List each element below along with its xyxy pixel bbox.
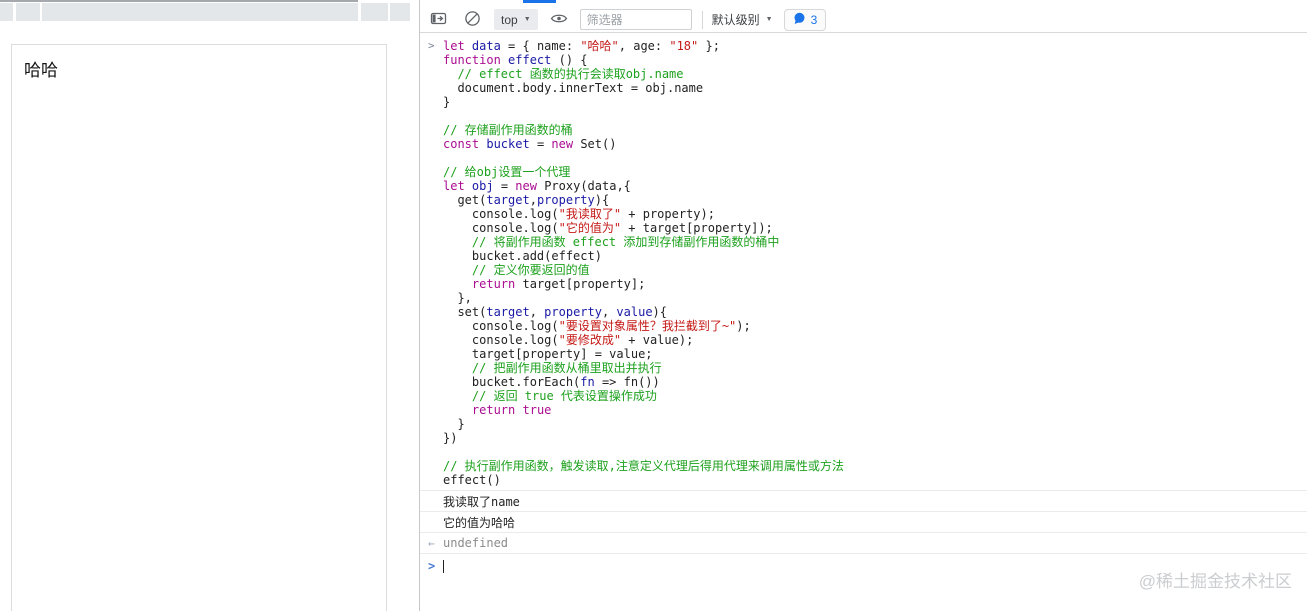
page-body-text: 哈哈: [24, 61, 58, 80]
console-log-message: 我读取了name: [443, 494, 520, 509]
create-live-expression-button[interactable]: [549, 10, 569, 30]
page-top-divider: [0, 0, 358, 2]
console-log-row: 它的值为哈哈: [420, 512, 1307, 533]
chevron-down-icon: ▼: [523, 16, 531, 23]
console-log-message: 它的值为哈哈: [443, 515, 516, 530]
screenshot-root: 哈哈 top ▼ 筛选器 默认级别 ▼ 3 > let data = {nam…: [0, 0, 1307, 611]
browser-page: 哈哈: [0, 0, 419, 611]
console-toolbar: top ▼ 默认级别 ▼: [420, 7, 1307, 33]
console-code-block: let data = { name: "哈哈", age: "18" }; fun…: [443, 39, 844, 487]
chevron-down-icon: ▼: [765, 16, 773, 23]
prompt-chevron-icon: >: [428, 559, 436, 573]
javascript-context-select[interactable]: top ▼: [494, 9, 538, 30]
console-result-value: undefined: [443, 536, 509, 550]
console-sidebar-toggle-button[interactable]: [428, 10, 448, 30]
result-arrow-icon: ←: [428, 536, 435, 550]
toolbar-placeholder-block: [16, 3, 40, 21]
input-chevron-icon: >: [428, 39, 435, 52]
toolbar-placeholder-block: [0, 3, 13, 21]
clear-console-button[interactable]: [462, 10, 482, 30]
log-levels-label: 默认级别: [711, 13, 760, 27]
filter-input[interactable]: [579, 9, 692, 30]
toolbar-placeholder-block: [361, 3, 388, 21]
eye-icon: [550, 12, 568, 28]
issues-counter-button[interactable]: 3: [783, 8, 827, 31]
toolbar-separator: [701, 10, 703, 29]
console-result-row: ← undefined: [420, 533, 1307, 554]
issues-count: 3: [810, 12, 818, 27]
toolbar-placeholder-block: [42, 3, 358, 21]
devtools-console-panel: top ▼ 默认级别 ▼: [419, 0, 1307, 611]
console-messages-area: > let data = { name: "哈哈", age: "18" }; f…: [420, 33, 1307, 611]
log-levels-dropdown[interactable]: 默认级别 ▼: [712, 11, 773, 28]
page-content-box: 哈哈: [11, 44, 387, 611]
console-log-row: 我读取了name: [420, 491, 1307, 512]
console-sidebar-icon: [430, 11, 447, 29]
active-tab-indicator: [523, 0, 556, 3]
issues-bubble-icon: [793, 12, 806, 28]
clear-console-icon: [464, 10, 481, 30]
juejin-watermark: @稀土掘金技术社区: [1138, 572, 1292, 591]
console-input-echo: > let data = { name: "哈哈", age: "18" }; f…: [420, 33, 1307, 491]
text-cursor: [443, 559, 444, 573]
toolbar-placeholder-block: [390, 3, 410, 21]
context-select-value: top: [501, 12, 518, 27]
